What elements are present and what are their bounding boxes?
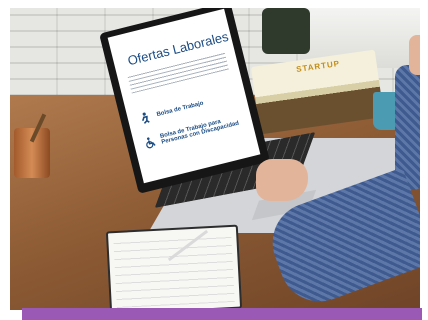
photo-border-right: [420, 0, 428, 320]
notebook: [105, 224, 243, 316]
wheelchair-icon: [143, 134, 158, 150]
person-hand-left: [256, 159, 308, 201]
person-walking-icon: [137, 110, 154, 127]
photo-border-top: [0, 0, 428, 8]
office-desk-photo: STARTUP Ofertas Laborales Bolsa de Traba…: [0, 0, 428, 320]
screen-item-label: Bolsa de Trabajo: [156, 100, 205, 119]
purple-accent-bar: [22, 308, 422, 320]
photo-border-left: [0, 0, 10, 320]
plant-pot: [262, 8, 310, 54]
notebook-lines: [113, 231, 235, 309]
